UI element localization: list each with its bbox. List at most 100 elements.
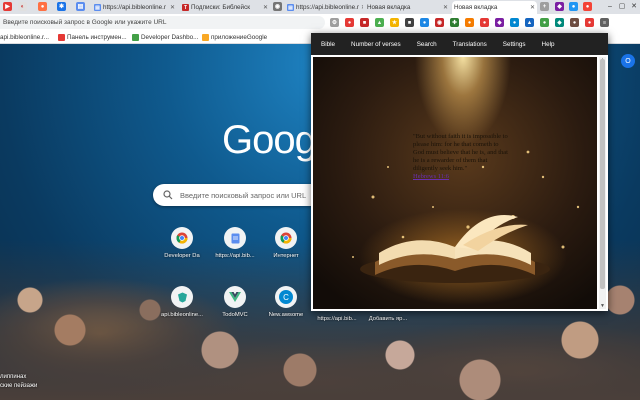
tab-podpiski[interactable]: T Подписки: Библейск ✕ xyxy=(180,1,270,14)
scroll-down-icon[interactable]: ▼ xyxy=(599,303,606,309)
tile-label: https://api.bib... xyxy=(317,316,357,322)
scroll-thumb[interactable] xyxy=(600,59,605,289)
tab-api-2[interactable]: ▤ https://api.bibleonline.r ✕ xyxy=(285,1,363,14)
bookmark-panel[interactable]: Панель инструмен... xyxy=(58,32,127,42)
tab-label: Новая вкладка xyxy=(367,4,411,11)
avatar[interactable]: O xyxy=(621,54,635,68)
tab-new-active[interactable]: Новая вкладка ✕ xyxy=(452,1,537,14)
window-controls: – ▢ ✕ xyxy=(604,0,640,12)
app-icon[interactable]: ◉ xyxy=(273,2,282,11)
tab-label: Подписки: Библейск xyxy=(191,4,250,11)
omnibox[interactable]: Введите поисковый запрос в Google или ук… xyxy=(0,16,325,29)
verse-panel: "But without faith it is impossible to p… xyxy=(313,57,597,309)
extension-icon[interactable]: ◉ xyxy=(435,18,444,27)
extension-popup: Bible Number of verses Search Translatio… xyxy=(311,33,608,311)
nav-translations[interactable]: Translations xyxy=(453,41,487,48)
nav-number-of-verses[interactable]: Number of verses xyxy=(351,41,401,48)
tab-new-1[interactable]: Новая вкладка ✕ xyxy=(365,1,450,14)
close-icon[interactable]: ✕ xyxy=(361,4,363,11)
extension-icon[interactable]: ◆ xyxy=(495,18,504,27)
tile-label: api.bibleonline... xyxy=(161,312,203,318)
photo-credit-line2[interactable]: ские пейзажи xyxy=(0,383,37,389)
folder-icon xyxy=(202,33,209,41)
photo-credit-line1[interactable]: липпинах xyxy=(0,374,26,380)
verse-text: "But without faith it is impossible to p… xyxy=(413,133,509,181)
extension-icon[interactable]: ■ xyxy=(360,18,369,27)
browser-icon[interactable]: ◐ xyxy=(18,2,27,11)
minimize-icon[interactable]: – xyxy=(604,0,616,12)
tile-label: https://api.bib... xyxy=(215,253,255,259)
shortcut-tile[interactable]: https://api.bib... xyxy=(210,227,260,259)
vue-icon xyxy=(224,286,246,308)
nav-help[interactable]: Help xyxy=(542,41,555,48)
extension-icon[interactable]: ● xyxy=(585,18,594,27)
shortcut-tile[interactable]: Интернет xyxy=(261,227,311,259)
extension-icon[interactable]: ≡ xyxy=(600,18,609,27)
extension-icon[interactable]: ★ xyxy=(390,18,399,27)
shortcut-tile[interactable]: api.bibleonline... xyxy=(157,286,207,318)
extension-icon[interactable]: ⚙ xyxy=(330,18,339,27)
extension-icon[interactable]: ◆ xyxy=(555,18,564,27)
search-icon xyxy=(163,190,173,200)
red-t-icon: T xyxy=(182,4,189,11)
tab-strip: ▶ ◐ ● ✱ ▤ ▤ https://api.bibleonline.r ✕ … xyxy=(0,0,640,14)
chrome-icon xyxy=(171,227,193,249)
close-icon[interactable]: ✕ xyxy=(170,4,175,11)
app-icon[interactable]: ◆ xyxy=(555,2,564,11)
search-placeholder: Введите поисковый запрос или URL xyxy=(180,190,307,200)
extension-icon[interactable]: ● xyxy=(510,18,519,27)
extension-icon[interactable]: ✚ xyxy=(450,18,459,27)
youtube-icon[interactable]: ▶ xyxy=(3,2,12,11)
tab-api-1[interactable]: ▤ https://api.bibleonline.r ✕ xyxy=(92,1,177,14)
extension-icon[interactable]: ● xyxy=(345,18,354,27)
tile-label: Интернет xyxy=(273,253,299,259)
puzzle-icon[interactable]: ✱ xyxy=(57,2,66,11)
maximize-icon[interactable]: ▢ xyxy=(616,0,628,12)
shortcut-tile[interactable]: TodoMVC xyxy=(210,286,260,318)
file-icon xyxy=(224,227,246,249)
bookmark-app[interactable]: приложениеGoogle xyxy=(202,32,267,42)
bookmark-icon xyxy=(132,33,139,41)
app-icon[interactable]: ● xyxy=(583,2,592,11)
extension-icon[interactable]: ▲ xyxy=(525,18,534,27)
chrome-icon xyxy=(275,227,297,249)
bookmark-developer[interactable]: Developer Dashbo... xyxy=(132,32,198,42)
tab-label: https://api.bibleonline.r xyxy=(103,4,167,11)
extension-icon[interactable]: ● xyxy=(465,18,474,27)
extension-icon[interactable]: ● xyxy=(420,18,429,27)
nav-search[interactable]: Search xyxy=(417,41,437,48)
verse-body: "But without faith it is impossible to p… xyxy=(413,133,508,172)
bookmark-label: приложениеGoogle xyxy=(211,33,268,41)
app-icon[interactable]: ● xyxy=(38,2,47,11)
extension-icon[interactable]: ■ xyxy=(405,18,414,27)
popup-scrollbar[interactable]: ▲ ▼ xyxy=(599,57,606,309)
extension-icon[interactable]: ● xyxy=(480,18,489,27)
bookmark-api[interactable]: api.bibleonline.r... xyxy=(0,32,49,42)
tile-label: TodoMVC xyxy=(222,312,248,318)
app-icon[interactable]: ● xyxy=(569,2,578,11)
close-icon[interactable]: ✕ xyxy=(263,4,268,11)
nav-bible[interactable]: Bible xyxy=(321,41,335,48)
file-icon[interactable]: ▤ xyxy=(76,2,85,11)
shortcut-tile[interactable]: Developer Da xyxy=(157,227,207,259)
file-icon: ▤ xyxy=(287,4,294,11)
shortcut-tile[interactable]: C New.awsome xyxy=(261,286,311,318)
bookmark-icon xyxy=(58,33,65,41)
file-icon: ▤ xyxy=(94,4,101,11)
extension-icon[interactable]: ● xyxy=(540,18,549,27)
popup-nav: Bible Number of verses Search Translatio… xyxy=(311,33,608,55)
close-icon[interactable]: ✕ xyxy=(443,4,448,11)
close-icon[interactable]: ✕ xyxy=(530,4,535,11)
shield-icon xyxy=(171,286,193,308)
tile-label: New.awsome xyxy=(268,312,304,318)
svg-text:C: C xyxy=(283,293,289,302)
tile-label: Добавить яр... xyxy=(368,316,408,322)
new-tab-icon[interactable]: + xyxy=(540,2,549,11)
extension-icon[interactable]: ▲ xyxy=(375,18,384,27)
tile-label: Developer Da xyxy=(164,253,200,259)
tab-label: Новая вкладка xyxy=(454,4,498,11)
extension-icon[interactable]: ● xyxy=(570,18,579,27)
nav-settings[interactable]: Settings xyxy=(503,41,526,48)
verse-reference-link[interactable]: Hebrews 11:6 xyxy=(413,173,449,180)
close-window-icon[interactable]: ✕ xyxy=(628,0,640,12)
